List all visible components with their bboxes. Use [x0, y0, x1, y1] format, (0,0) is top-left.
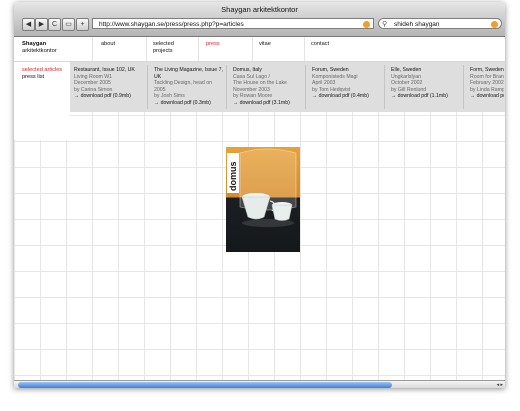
scroll-arrows[interactable]: ◂ ▸: [497, 381, 503, 388]
column-divider: [147, 65, 148, 109]
sidebar-item-press-list[interactable]: press list: [22, 74, 44, 81]
nav-divider: [304, 37, 305, 61]
magazine-cover-image: domus: [226, 147, 300, 252]
article-restaurant[interactable]: Restaurant, Issue 102, UK Living Room W1…: [74, 67, 148, 100]
forward-button[interactable]: ▶: [35, 18, 48, 31]
rss-icon[interactable]: [363, 21, 370, 28]
article-title: Form, Sweden: [470, 67, 504, 73]
brand-sub: arkitektkontor: [22, 48, 57, 54]
title-bar: Shaygan arkitektkontor ◀ ▶ C ▭ + http://…: [14, 2, 505, 37]
search-text: shideh shaygan: [394, 21, 440, 28]
nav-about[interactable]: about: [101, 41, 115, 48]
page-content: Shaygan arkitektkontor about selected pr…: [14, 37, 505, 380]
column-divider: [226, 65, 227, 109]
cup-illustration: [239, 148, 297, 227]
bookmarks-button[interactable]: ▭: [62, 18, 75, 31]
article-domus[interactable]: Domus, Italy Casa Sul Lago / The House o…: [233, 67, 307, 106]
brand-name: Shaygan: [22, 41, 47, 47]
window-title: Shaygan arkitektkontor: [221, 5, 298, 14]
nav-press[interactable]: press: [206, 41, 220, 48]
back-button[interactable]: ◀: [22, 18, 35, 31]
nav-divider: [146, 37, 147, 61]
column-divider: [384, 65, 385, 109]
sidebar-item-selected-articles[interactable]: selected articles: [22, 67, 62, 74]
site-nav: Shaygan arkitektkontor about selected pr…: [14, 37, 505, 62]
nav-selected-projects[interactable]: selected projects: [153, 41, 183, 55]
column-divider: [463, 65, 464, 109]
url-text: http://www.shaygan.se/press/press.php?p=…: [99, 21, 244, 28]
column-divider: [305, 65, 306, 109]
article-living-magazine[interactable]: The Living Magazine, Issue 7, UK Tacklin…: [154, 67, 226, 106]
nav-vitae[interactable]: vitae: [259, 41, 271, 48]
articles-strip: Restaurant, Issue 102, UK Living Room W1…: [14, 62, 505, 112]
download-link[interactable]: → download pdf (1.1mb): [391, 93, 465, 100]
browser-window: Shaygan arkitektkontor ◀ ▶ C ▭ + http://…: [14, 2, 505, 388]
horizontal-scrollbar[interactable]: ◂ ▸: [14, 380, 505, 388]
address-bar[interactable]: http://www.shaygan.se/press/press.php?p=…: [92, 18, 374, 29]
article-title: The Living Magazine, Issue 7, UK: [154, 67, 223, 80]
article-line: February 2002: [470, 80, 504, 86]
reload-button[interactable]: C: [48, 18, 61, 31]
brand[interactable]: Shaygan arkitektkontor: [22, 41, 57, 55]
article-form[interactable]: Form, Sweden Room for Brandt February 20…: [470, 67, 504, 100]
press-sidebar: selected articles press list: [14, 62, 70, 140]
nav-divider: [92, 37, 93, 61]
download-link[interactable]: → download pdf (0.9mb): [74, 93, 148, 100]
nav-divider: [252, 37, 253, 61]
download-link[interactable]: → download pdf (0.4mb): [312, 93, 386, 100]
search-clear-icon[interactable]: [491, 21, 498, 28]
download-link[interactable]: → download pdf (0.3mb): [154, 100, 226, 107]
search-icon: ⚲: [382, 21, 388, 28]
nav-contact[interactable]: contact: [311, 41, 329, 48]
search-field[interactable]: ⚲ shideh shaygan: [378, 18, 502, 29]
nav-divider: [198, 37, 199, 61]
scrollbar-thumb[interactable]: [18, 382, 392, 388]
download-link[interactable]: → download pdf: [470, 93, 504, 100]
article-elle[interactable]: Elle, Sweden Ungkarlslyan October 2002 b…: [391, 67, 465, 100]
article-forum[interactable]: Forum, Sweden Komponisteds Magi April 20…: [312, 67, 386, 100]
add-bookmark-button[interactable]: +: [76, 18, 89, 31]
download-link[interactable]: → download pdf (3.1mb): [233, 100, 307, 107]
